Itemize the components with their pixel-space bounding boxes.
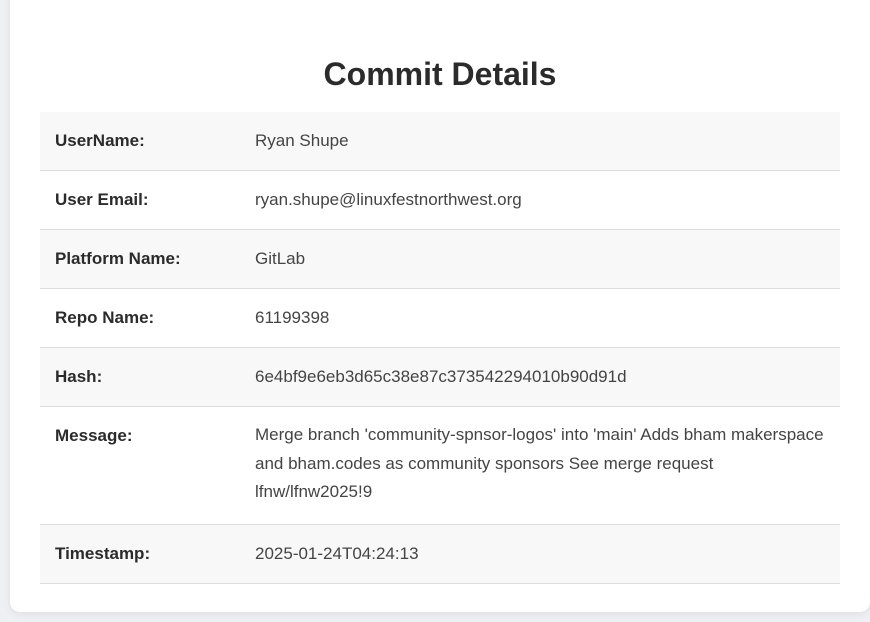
page-title: Commit Details (323, 56, 557, 92)
hash-label: Hash: (40, 347, 240, 407)
username-value: Ryan Shupe (240, 112, 840, 171)
message-label: Message: (40, 406, 240, 525)
row-user-email: User Email: ryan.shupe@linuxfestnorthwes… (40, 170, 840, 230)
row-timestamp: Timestamp: 2025-01-24T04:24:13 (40, 524, 840, 584)
repo-name-value: 61199398 (240, 288, 840, 348)
platform-name-value: GitLab (240, 229, 840, 289)
platform-name-label: Platform Name: (40, 229, 240, 289)
commit-details-table: UserName: Ryan Shupe User Email: ryan.sh… (40, 112, 840, 584)
user-email-label: User Email: (40, 170, 240, 230)
row-platform-name: Platform Name: GitLab (40, 229, 840, 289)
message-value: Merge branch 'community-spnsor-logos' in… (240, 406, 840, 525)
repo-name-label: Repo Name: (40, 288, 240, 348)
username-label: UserName: (40, 112, 240, 171)
row-repo-name: Repo Name: 61199398 (40, 288, 840, 348)
timestamp-label: Timestamp: (40, 524, 240, 584)
commit-details-card: Commit Details UserName: Ryan Shupe User… (10, 0, 870, 612)
row-message: Message: Merge branch 'community-spnsor-… (40, 406, 840, 525)
user-email-value: ryan.shupe@linuxfestnorthwest.org (240, 170, 840, 230)
row-hash: Hash: 6e4bf9e6eb3d65c38e87c373542294010b… (40, 347, 840, 407)
timestamp-value: 2025-01-24T04:24:13 (240, 524, 840, 584)
hash-value: 6e4bf9e6eb3d65c38e87c373542294010b90d91d (240, 347, 840, 407)
row-username: UserName: Ryan Shupe (40, 112, 840, 171)
